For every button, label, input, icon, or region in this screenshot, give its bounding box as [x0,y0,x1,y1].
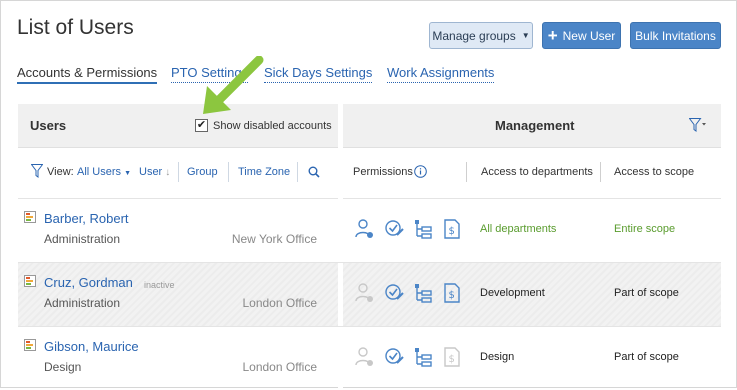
user-department: Design [44,360,82,374]
table-row[interactable]: Barber, Robert Administration New York O… [18,198,721,262]
expense-document-icon[interactable]: $ [442,346,462,368]
permission-icons: $ [355,282,462,304]
user-name-link[interactable]: Cruz, Gordman [44,275,133,290]
sort-user-link[interactable]: User ↓ [139,166,170,178]
divider [338,262,343,326]
new-user-label: New User [562,28,616,43]
page-title: List of Users [17,16,134,39]
annotation-arrow-icon [203,56,264,114]
show-disabled-checkbox[interactable]: ✔ [195,119,208,132]
divider [338,198,343,262]
view-select[interactable]: All Users ▼ [77,166,131,178]
permission-icons: $ [355,346,462,368]
access-departments-value: All departments [480,223,557,235]
filter-icon [688,118,706,132]
user-status-icon [24,211,36,223]
user-settings-icon[interactable] [355,218,375,240]
table-row[interactable]: Cruz, Gordman inactive Administration Lo… [18,262,721,326]
user-status-icon [24,339,36,351]
user-office: London Office [242,360,317,374]
access-scope-value: Part of scope [614,287,679,299]
hierarchy-icon[interactable] [413,218,433,240]
divider [600,162,601,182]
user-department: Administration [44,232,121,246]
approve-edit-icon[interactable] [384,282,404,304]
tab-work-assignments[interactable]: Work Assignments [387,65,495,83]
time-zone-link[interactable]: Time Zone [238,166,290,178]
search-icon[interactable] [308,166,320,178]
divider [466,162,467,182]
divider [338,326,343,390]
chevron-down-icon: ▼ [124,170,132,177]
inactive-badge: inactive [144,280,175,290]
svg-text:$: $ [449,226,455,237]
manage-groups-button[interactable]: Manage groups ▼ [429,22,533,49]
divider [18,262,721,263]
divider [178,162,179,182]
scope-column-header: Access to scope [614,166,695,178]
expense-document-icon[interactable]: $ [442,218,462,240]
filter-icon[interactable] [31,164,43,178]
hierarchy-icon[interactable] [413,346,433,368]
user-department: Administration [44,296,121,310]
info-icon[interactable] [414,165,427,178]
permissions-column-header: Permissions [353,166,413,178]
management-panel-title: Management [495,118,575,133]
user-settings-icon[interactable] [355,346,375,368]
management-column-headers: Permissions Access to departments Access… [343,148,721,198]
access-departments-value: Development [480,287,545,299]
manage-groups-label: Manage groups [432,28,516,43]
approve-edit-icon[interactable] [384,346,404,368]
user-office: London Office [242,296,317,310]
expense-document-icon[interactable]: $ [442,282,462,304]
user-office: New York Office [231,232,317,246]
departments-column-header: Access to departments [481,166,593,178]
access-scope-value: Entire scope [614,223,676,235]
user-status-icon [24,275,36,287]
sort-arrow-icon: ↓ [165,167,171,178]
management-panel-header: Management [343,104,721,148]
svg-text:$: $ [449,290,455,301]
management-filter-button[interactable] [688,118,707,137]
divider [228,162,229,182]
users-filter-bar: View: All Users ▼ User ↓ Group Time Zone [18,148,338,198]
view-label: View: [47,166,74,178]
hierarchy-icon[interactable] [413,282,433,304]
group-link[interactable]: Group [187,166,218,178]
user-name-link[interactable]: Gibson, Maurice [44,339,139,354]
user-settings-icon[interactable] [355,282,375,304]
show-disabled-label: Show disabled accounts [213,119,332,132]
chevron-down-icon: ▼ [521,31,530,40]
users-panel-title: Users [30,118,67,133]
table-row[interactable]: Gibson, Maurice Design London Office $ D… [18,326,721,390]
new-user-button[interactable]: + New User [542,22,621,49]
sort-user-label: User [139,166,163,178]
plus-icon: + [547,26,558,45]
tab-accounts-permissions[interactable]: Accounts & Permissions [17,65,158,84]
access-departments-value: Design [480,351,515,363]
access-scope-value: Part of scope [614,351,679,363]
view-select-value: All Users [77,166,122,178]
permission-icons: $ [355,218,462,240]
divider [297,162,298,182]
tab-sick-days-settings[interactable]: Sick Days Settings [264,65,373,83]
divider [18,326,721,327]
show-disabled-toggle[interactable]: ✔ Show disabled accounts [195,119,332,132]
approve-edit-icon[interactable] [384,218,404,240]
bulk-invitations-label: Bulk Invitations [635,28,716,43]
user-name-link[interactable]: Barber, Robert [44,211,129,226]
svg-text:$: $ [449,354,455,365]
bulk-invitations-button[interactable]: Bulk Invitations [630,22,721,49]
users-panel-header: Users ✔ Show disabled accounts [18,104,338,148]
